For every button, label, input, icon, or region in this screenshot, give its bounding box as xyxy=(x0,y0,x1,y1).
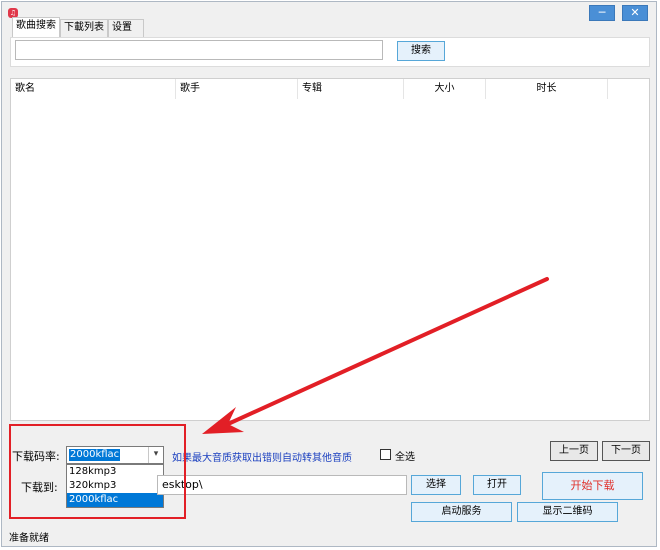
annotation-arrow xyxy=(202,277,549,434)
